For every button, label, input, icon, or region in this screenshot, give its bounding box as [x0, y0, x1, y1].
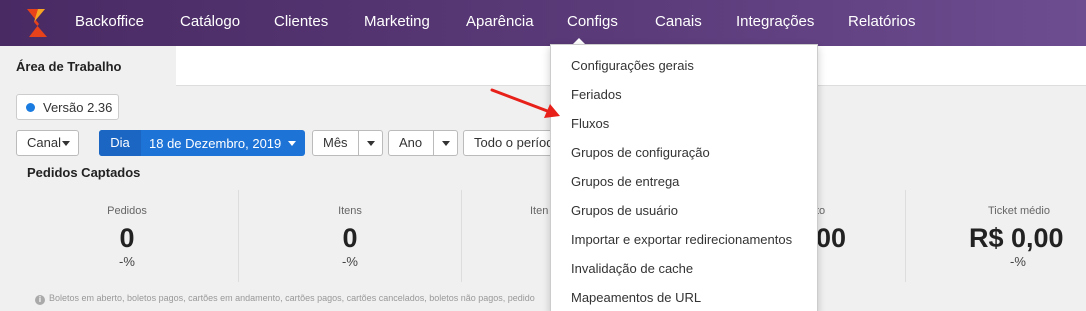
menu-item-mapeamentos-de-url[interactable]: Mapeamentos de URL — [571, 290, 701, 305]
nav-item-marketing[interactable]: Marketing — [364, 0, 430, 46]
chevron-down-icon — [62, 141, 70, 146]
metric-value: R$ 0,00 — [969, 223, 1064, 253]
annotation-arrow-icon — [490, 88, 560, 118]
metric-divider — [461, 190, 462, 282]
menu-item-grupos-de-usuario[interactable]: Grupos de usuário — [571, 203, 678, 218]
todo-periodo-button[interactable]: Todo o períod — [463, 130, 563, 156]
nav-item-catalogo[interactable]: Catálogo — [180, 0, 240, 46]
mes-dropdown-toggle[interactable] — [358, 131, 382, 155]
ano-dropdown-toggle[interactable] — [433, 131, 457, 155]
info-icon: i — [35, 295, 45, 305]
nav-item-clientes[interactable]: Clientes — [274, 0, 328, 46]
menu-item-configuracoes-gerais[interactable]: Configurações gerais — [571, 58, 694, 73]
configs-dropdown-menu: Configurações gerais Feriados Fluxos Gru… — [550, 44, 818, 311]
nav-item-aparencia[interactable]: Aparência — [466, 0, 534, 46]
metric-pct: -% — [342, 254, 358, 269]
menu-item-grupos-de-configuracao[interactable]: Grupos de configuração — [571, 145, 710, 160]
mes-label: Mês — [323, 135, 348, 150]
metric-value: 00 — [816, 223, 847, 253]
dia-button[interactable]: Dia — [99, 130, 141, 156]
brand-logo-icon[interactable] — [24, 7, 50, 39]
version-badge: Versão 2.36 — [16, 94, 119, 120]
section-title: Pedidos Captados — [27, 165, 141, 180]
canal-label: Canal — [27, 135, 61, 150]
chevron-down-icon[interactable] — [288, 141, 296, 146]
ano-button[interactable]: Ano — [388, 130, 458, 156]
menu-item-importar-exportar-redirecionamentos[interactable]: Importar e exportar redirecionamentos — [571, 232, 792, 247]
metric-value: 0 — [119, 223, 135, 253]
metric-pedidos: Pedidos 0 -% — [17, 190, 237, 269]
metric-label: Ticket médio — [988, 205, 1050, 217]
menu-item-invalidacao-de-cache[interactable]: Invalidação de cache — [571, 261, 693, 276]
date-value: 18 de Dezembro, 2019 — [149, 136, 282, 151]
nav-item-relatorios[interactable]: Relatórios — [848, 0, 916, 46]
chevron-down-icon — [441, 141, 450, 147]
footnote-text: Boletos em aberto, boletos pagos, cartõe… — [49, 293, 535, 303]
nav-item-backoffice[interactable]: Backoffice — [75, 0, 144, 46]
menu-item-fluxos[interactable]: Fluxos — [571, 116, 609, 131]
footnote: i Boletos em aberto, boletos pagos, cartõ… — [35, 293, 535, 305]
version-label: Versão 2.36 — [43, 100, 113, 115]
metric-partial: to 00 — [816, 190, 856, 254]
canal-dropdown[interactable]: Canal — [16, 130, 79, 156]
chevron-down-icon — [366, 141, 375, 147]
metric-itens: Itens 0 -% — [239, 190, 461, 269]
ano-label: Ano — [399, 135, 423, 150]
metric-ticket-medio: Ticket médio R$ 0,00 -% — [906, 190, 1086, 269]
menu-item-feriados[interactable]: Feriados — [571, 87, 622, 102]
top-navbar: Backoffice Catálogo Clientes Marketing A… — [0, 0, 1086, 46]
day-date-picker[interactable]: Dia 18 de Dezembro, 2019 — [99, 130, 305, 156]
nav-item-canais[interactable]: Canais — [655, 0, 702, 46]
metric-label: Itens — [338, 205, 362, 217]
metric-label: to — [816, 205, 826, 217]
mes-button[interactable]: Mês — [312, 130, 383, 156]
metric-pct: -% — [119, 254, 135, 269]
status-dot-icon — [26, 103, 35, 112]
menu-item-grupos-de-entrega[interactable]: Grupos de entrega — [571, 174, 679, 189]
metric-pct: -% — [1010, 254, 1026, 269]
todo-periodo-label: Todo o períod — [474, 135, 554, 150]
metric-value: 0 — [342, 223, 358, 253]
metric-label: Pedidos — [107, 205, 147, 217]
tab-area-de-trabalho[interactable]: Área de Trabalho — [0, 46, 176, 86]
nav-item-integracoes[interactable]: Integrações — [736, 0, 814, 46]
tab-label: Área de Trabalho — [16, 59, 122, 74]
